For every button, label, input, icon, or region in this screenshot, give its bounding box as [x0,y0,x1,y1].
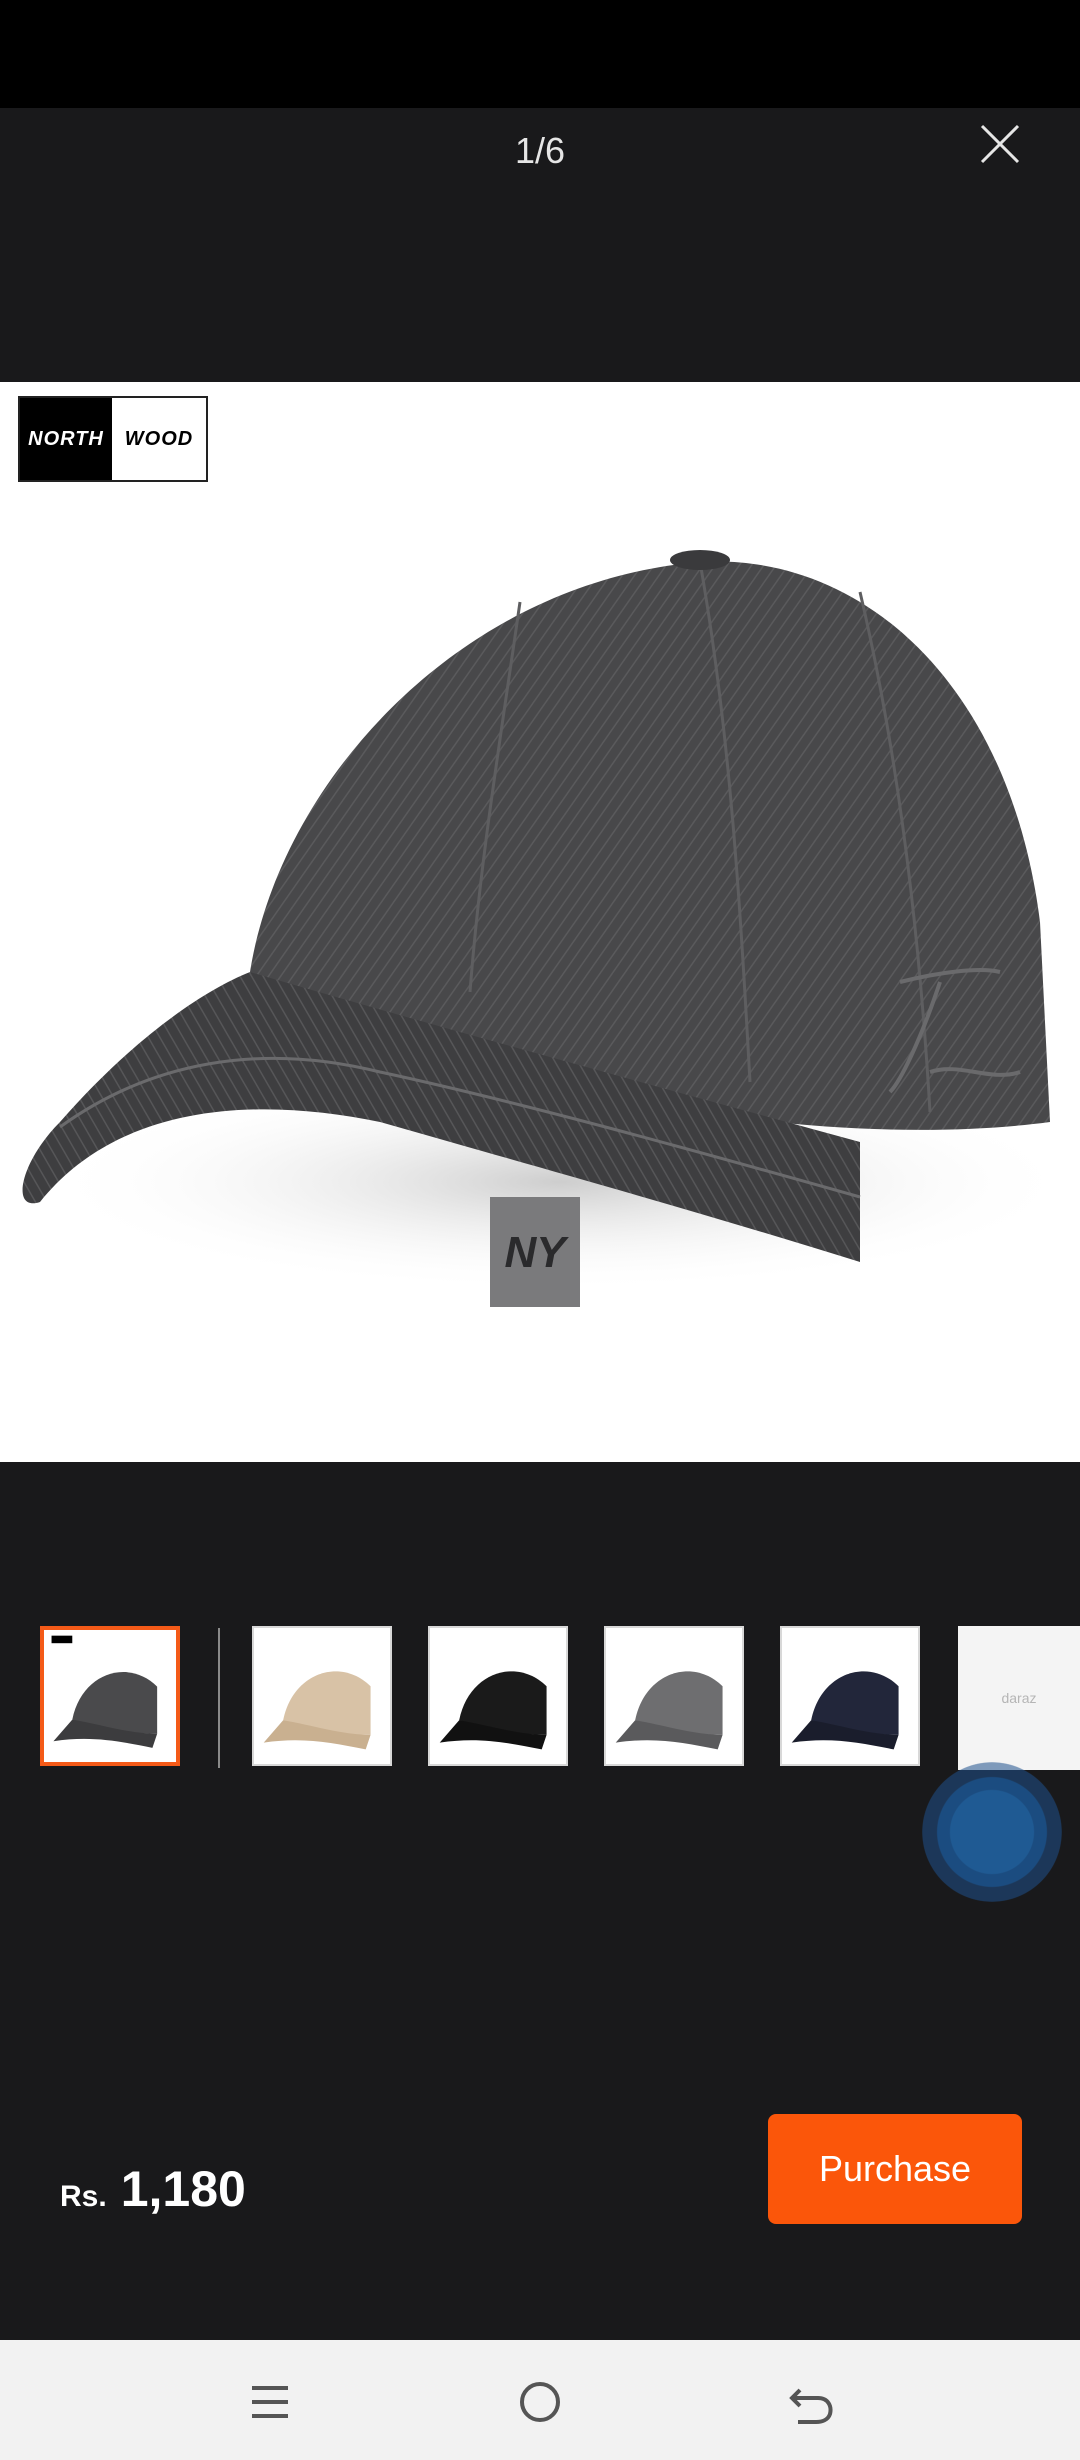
purchase-button[interactable]: Purchase [768,2114,1022,2224]
thumbnail-strip: daraz [0,1626,1080,1770]
thumbnail-3[interactable] [428,1626,568,1766]
thumbnail-cap [615,1671,723,1750]
thumbnail-4[interactable] [604,1626,744,1766]
back-button[interactable] [778,2370,842,2434]
thumbnail-cap [439,1671,547,1750]
thumbnail-2[interactable] [252,1626,392,1766]
thumbnail-cap [791,1671,899,1750]
floating-assistant-button[interactable] [922,1762,1062,1902]
recent-apps-button[interactable] [238,2370,302,2434]
price-currency: Rs. [60,2180,107,2213]
thumbnail-divider [218,1628,220,1768]
thumbnail-1[interactable] [40,1626,180,1766]
status-bar [0,0,1080,108]
home-icon [520,2382,560,2422]
close-button[interactable] [968,112,1032,176]
price-amount: 1,180 [120,2161,246,2217]
menu-icon [252,2386,288,2418]
home-button[interactable] [508,2370,572,2434]
thumbnail-cap [51,1635,158,1748]
back-icon [789,2388,833,2424]
cap-illustration: NY [22,550,1080,1307]
thumbnail-cap [263,1671,371,1750]
product-main-image[interactable]: NORTH WOOD NY [0,382,1080,1462]
thumbnail-5[interactable] [780,1626,920,1766]
price: Rs. 1,180 [60,2160,246,2218]
svg-text:NY: NY [504,1228,569,1277]
image-counter: 1/6 [514,130,566,171]
close-icon [980,124,1020,164]
thumbnail-6[interactable]: daraz [958,1626,1080,1770]
system-nav-bar [0,2340,1080,2460]
